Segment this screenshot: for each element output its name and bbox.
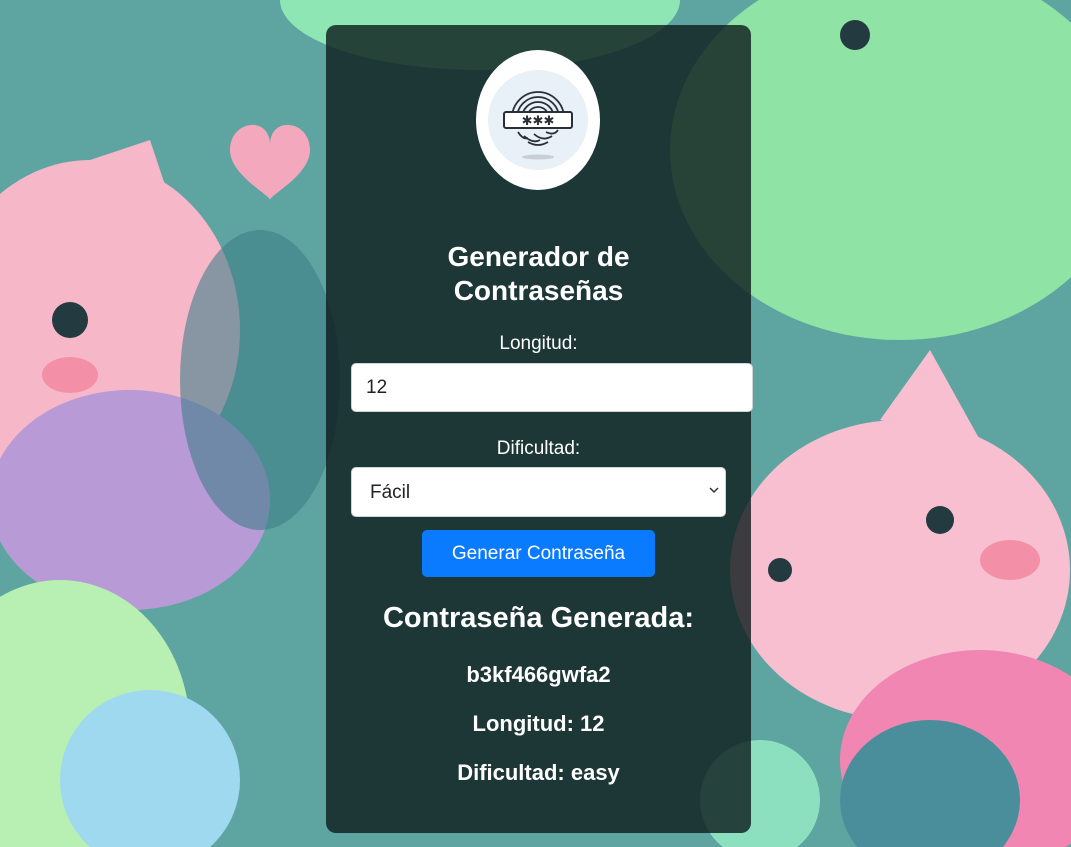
result-difficulty: Dificultad: easy <box>457 760 620 785</box>
generated-password: b3kf466gwfa2 <box>466 662 611 687</box>
result-heading: Contraseña Generada: <box>382 602 695 634</box>
difficulty-select[interactable]: Fácil <box>351 467 726 517</box>
result-length: Longitud: 12 <box>472 711 605 736</box>
password-generator-card: ✱✱✱ Generador de Contraseñas Longitud: D… <box>326 25 753 833</box>
difficulty-label: Dificultad: <box>496 438 581 459</box>
page-title: Generador de Contraseñas <box>326 240 751 308</box>
length-label: Longitud: <box>499 333 578 354</box>
title-line-2: Contraseñas <box>453 275 624 306</box>
fingerprint-password-icon: ✱✱✱ <box>488 70 588 170</box>
length-input[interactable] <box>351 363 753 412</box>
chevron-down-icon <box>709 487 719 494</box>
title-line-1: Generador de <box>447 241 630 272</box>
difficulty-selected-value: Fácil <box>370 482 411 503</box>
logo: ✱✱✱ <box>476 50 600 190</box>
generate-password-button[interactable]: Generar Contraseña <box>422 530 655 577</box>
svg-text:✱✱✱: ✱✱✱ <box>522 114 555 129</box>
